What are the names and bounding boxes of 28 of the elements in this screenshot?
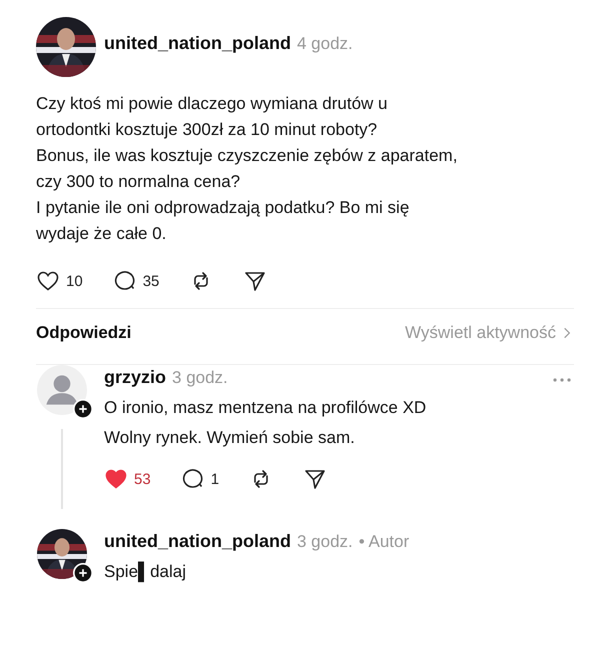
heart-icon[interactable] — [36, 269, 60, 293]
send-icon[interactable] — [303, 467, 328, 491]
post-text: Bonus, ile was kosztuje czyszczenie zębów z aparatem, — [36, 145, 458, 167]
post-text: wydaje że całe 0. — [36, 223, 168, 245]
follow-plus-icon[interactable] — [73, 563, 93, 583]
comment-icon[interactable] — [180, 467, 205, 491]
comment-icon[interactable] — [112, 269, 137, 293]
username[interactable]: united_nation_poland — [104, 32, 291, 54]
reply-text: Wolny rynek. Wymień sobie sam. — [104, 427, 356, 449]
count-label: 10 — [66, 272, 83, 290]
timestamp: 4 godz. — [297, 34, 353, 54]
timestamp: 3 godz. — [297, 532, 353, 552]
author-label: • Autor — [358, 532, 410, 552]
count-label: 1 — [210, 470, 220, 488]
follow-plus-icon[interactable] — [73, 399, 93, 419]
post-text: czy 300 to normalna cena? — [36, 171, 242, 193]
username[interactable]: grzyzio — [104, 367, 166, 388]
section-title: Odpowiedzi — [36, 323, 132, 343]
send-icon[interactable] — [243, 269, 268, 293]
username[interactable]: united_nation_poland — [104, 531, 291, 552]
post-text: Czy ktoś mi powie dlaczego wymiana drutów u — [36, 93, 388, 115]
timestamp: 3 godz. — [172, 368, 228, 388]
post-text: ortodontki kosztuje 300zł za 10 minut roboty? — [36, 119, 378, 141]
post-text: I pytanie ile oni odprowadzają podatku? Bo mi się — [36, 197, 410, 219]
count-label: 53 — [134, 470, 151, 488]
reply-text: Spie▌dalaj — [104, 560, 187, 584]
reply-text: O ironio, masz mentzena na profilówce XD — [104, 397, 428, 419]
count-label: 35 — [142, 272, 160, 290]
